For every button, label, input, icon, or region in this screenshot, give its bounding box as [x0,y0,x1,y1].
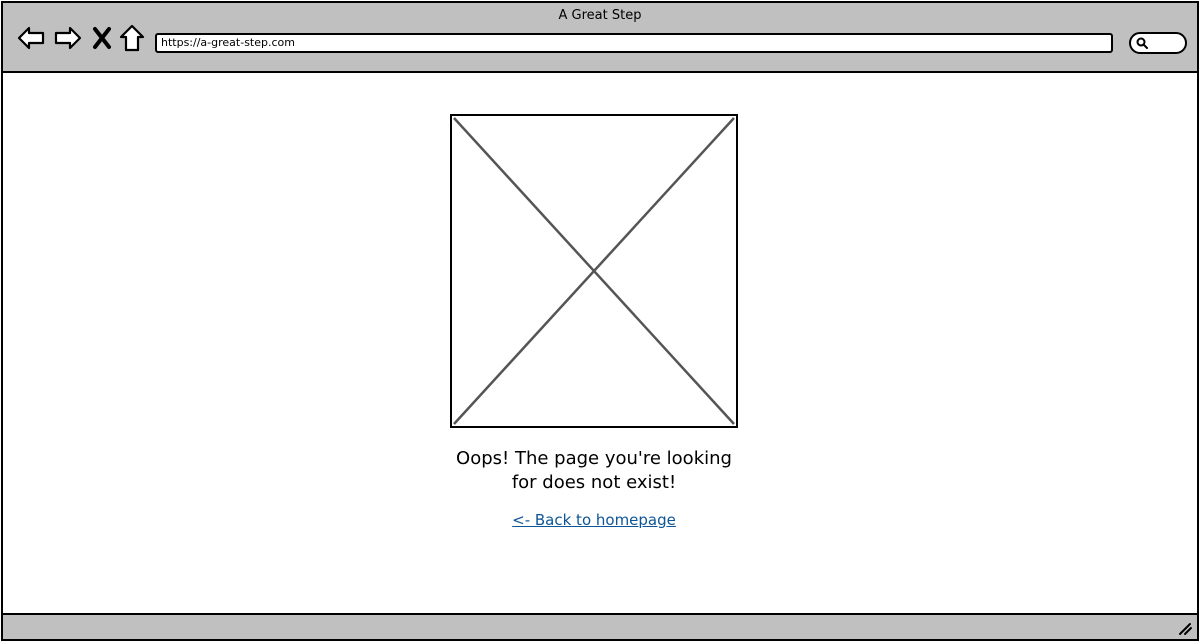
search-field[interactable] [1129,32,1187,54]
browser-toolbar: A Great Step https://a-great-step.com [3,3,1197,73]
image-placeholder-icon [450,114,738,428]
resize-grip-icon[interactable] [1177,620,1193,636]
home-button[interactable] [119,23,145,53]
forward-button[interactable] [53,23,83,53]
status-bar [3,613,1197,639]
back-to-homepage-link[interactable]: <- Back to homepage [444,511,744,529]
window-title: A Great Step [558,8,642,23]
address-bar[interactable]: https://a-great-step.com [155,33,1113,53]
error-message: Oops! The page you're looking for does n… [456,448,732,493]
arrow-left-icon [17,26,45,50]
close-icon [93,27,111,49]
image-placeholder [450,114,738,428]
arrow-right-icon [54,26,82,50]
page-content: Oops! The page you're looking for does n… [3,75,1197,615]
back-button[interactable] [16,23,46,53]
stop-button[interactable] [90,23,114,53]
search-icon [1136,37,1148,49]
browser-window: A Great Step https://a-great-step.com Oo… [1,1,1199,641]
home-icon [119,24,145,52]
